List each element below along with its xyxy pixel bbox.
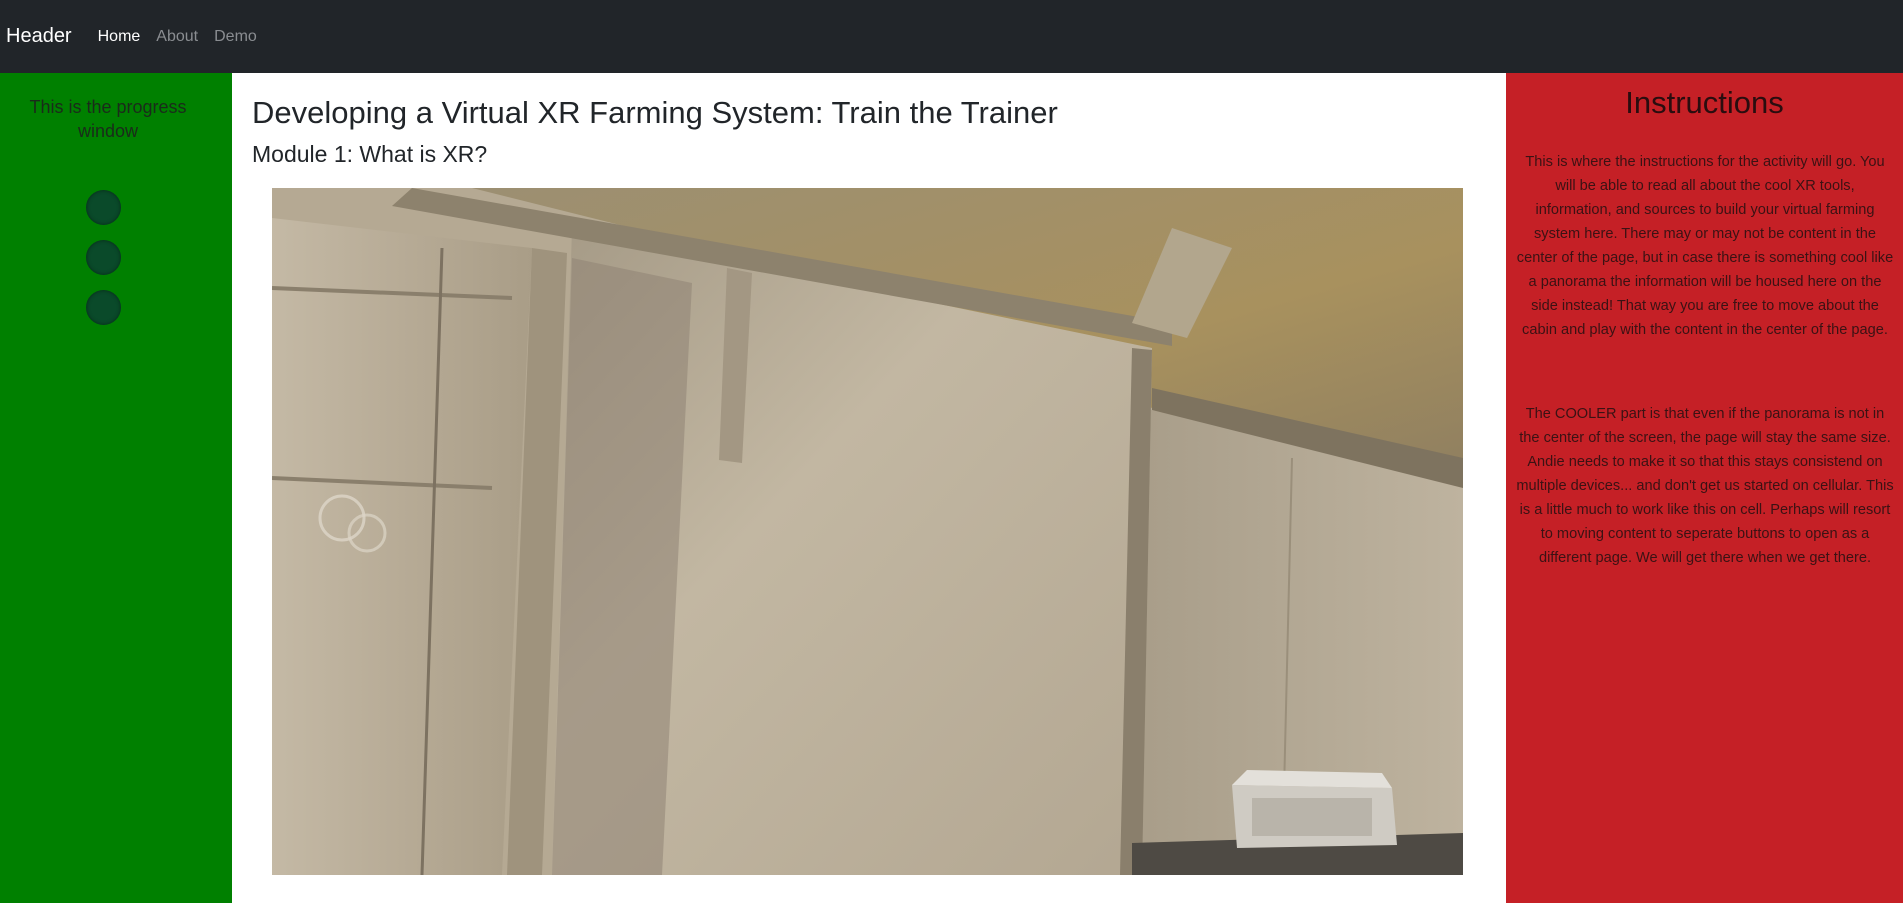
main-content: Developing a Virtual XR Farming System: … [232,73,1506,903]
panorama-image [272,188,1463,875]
progress-step-dot[interactable] [86,290,121,325]
progress-window: This is the progress window [0,73,232,903]
navbar-brand[interactable]: Header [6,25,72,48]
progress-step-dot[interactable] [86,190,121,225]
instructions-paragraph-2: The COOLER part is that even if the pano… [1516,406,1894,566]
progress-step-dot[interactable] [86,240,121,275]
module-title: Module 1: What is XR? [252,141,488,167]
instructions-title: Instructions [1625,85,1784,120]
instructions-paragraph-1: This is where the instructions for the a… [1516,154,1894,338]
progress-window-title: This is the progress window [29,97,187,141]
top-navbar: Header Home About Demo [0,0,1903,73]
nav-link-demo[interactable]: Demo [214,28,257,46]
nav-link-about[interactable]: About [156,28,198,46]
nav-link-home[interactable]: Home [98,28,141,46]
panorama-viewer[interactable] [272,188,1463,875]
page-title: Developing a Virtual XR Farming System: … [252,95,1058,130]
instructions-panel: Instructions This is where the instructi… [1506,73,1903,903]
